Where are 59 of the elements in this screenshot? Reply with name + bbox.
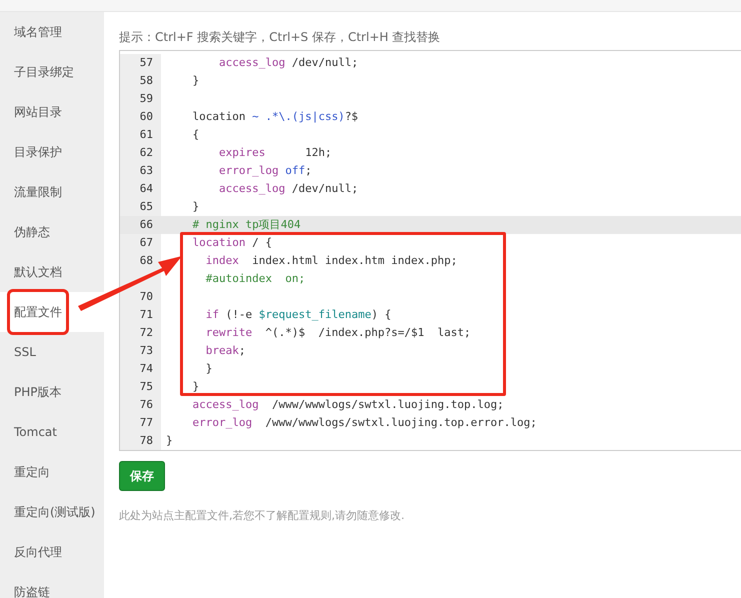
code-line: location ~ .*\.(js|css)?$ <box>191 109 360 125</box>
line-number: 64 <box>120 180 161 198</box>
sidebar-item[interactable]: Tomcat <box>0 412 104 452</box>
line-number: 66 <box>120 216 161 234</box>
line-number: 59 <box>120 90 161 108</box>
sidebar-item[interactable]: 重定向 <box>0 452 104 492</box>
line-number: 73 <box>120 342 161 360</box>
code-line: { <box>191 127 200 143</box>
line-number: 60 <box>120 108 161 126</box>
code-line: index index.html index.htm index.php; <box>204 253 458 269</box>
sidebar-item[interactable]: 伪静态 <box>0 212 104 252</box>
code-line: break; <box>204 343 246 359</box>
line-number: 75 <box>120 378 161 396</box>
sidebar-item[interactable]: 目录保护 <box>0 132 104 172</box>
code-line: } <box>191 379 200 395</box>
line-number: 58 <box>120 72 161 90</box>
code-line: access_log /dev/null; <box>218 55 360 71</box>
code-line: } <box>191 73 200 89</box>
sidebar-item[interactable]: 流量限制 <box>0 172 104 212</box>
save-button[interactable]: 保存 <box>119 461 165 491</box>
line-number: 68 <box>120 252 161 270</box>
sidebar-item[interactable]: 默认文档 <box>0 252 104 292</box>
code-line: } <box>204 361 214 377</box>
line-number: 77 <box>120 414 161 432</box>
line-number: 67 <box>120 234 161 252</box>
line-number: 72 <box>120 324 161 342</box>
code-editor[interactable] <box>119 50 741 451</box>
sidebar-item[interactable]: 网站目录 <box>0 92 104 132</box>
line-number: 78 <box>120 432 161 450</box>
code-line: } <box>165 433 174 449</box>
sidebar-item[interactable]: SSL <box>0 332 104 372</box>
code-line: #autoindex on; <box>204 271 306 287</box>
sidebar-item[interactable]: 重定向(测试版) <box>0 492 104 532</box>
hint-text: 提示：Ctrl+F 搜索关键字，Ctrl+S 保存，Ctrl+H 查找替换 <box>119 29 442 46</box>
line-number: 71 <box>120 306 161 324</box>
line-number: 61 <box>120 126 161 144</box>
line-number: 70 <box>120 288 161 306</box>
line-number: 63 <box>120 162 161 180</box>
sidebar-item[interactable]: 配置文件 <box>0 292 104 332</box>
sidebar-item[interactable]: 域名管理 <box>0 12 104 52</box>
code-line: if (!-e $request_filename) { <box>204 307 392 323</box>
code-line: access_log /www/wwwlogs/swtxl.luojing.top.log; <box>191 397 505 413</box>
code-line: error_log /www/wwwlogs/swtxl.luojing.top.error.log; <box>191 415 538 431</box>
line-number: 57 <box>120 54 161 72</box>
code-line: location / { <box>191 235 273 251</box>
sidebar-item[interactable]: PHP版本 <box>0 372 104 412</box>
code-line: rewrite ^(.*)$ /index.php?s=/$1 last; <box>204 325 472 341</box>
code-line: error_log off; <box>218 163 313 179</box>
code-line: access_log /dev/null; <box>218 181 360 197</box>
code-line: } <box>191 199 200 215</box>
line-number: 74 <box>120 360 161 378</box>
sidebar-item[interactable]: 防盗链 <box>0 572 104 598</box>
line-number: 65 <box>120 198 161 216</box>
note-text: 此处为站点主配置文件,若您不了解配置规则,请勿随意修改. <box>119 508 406 523</box>
code-line: expires 12h; <box>218 145 333 161</box>
sidebar-item[interactable]: 子目录绑定 <box>0 52 104 92</box>
line-number: 76 <box>120 396 161 414</box>
sidebar-item[interactable]: 反向代理 <box>0 532 104 572</box>
line-number: 62 <box>120 144 161 162</box>
